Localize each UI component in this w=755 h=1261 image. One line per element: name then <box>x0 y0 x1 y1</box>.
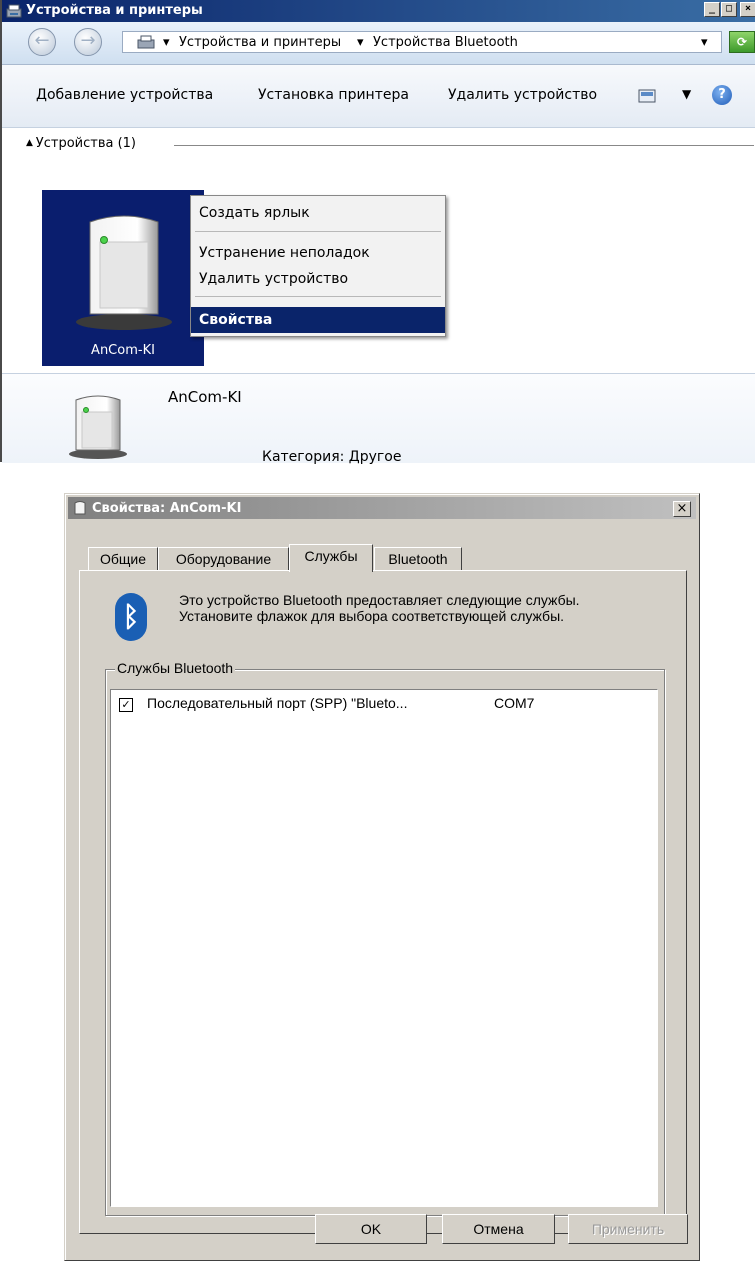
dialog-title: Свойства: AnCom-KI <box>92 501 242 516</box>
breadcrumb-devices-printers[interactable]: Устройства и принтеры <box>179 35 341 50</box>
tab-hardware[interactable]: Оборудование <box>158 547 289 571</box>
navigation-bar: ← → ▾ Устройства и принтеры ▾ Устройства… <box>2 22 755 65</box>
device-tile-label: AnCom-KI <box>91 343 155 358</box>
menu-item-properties[interactable]: Свойства <box>191 307 445 333</box>
device-tile[interactable] <box>42 190 204 366</box>
breadcrumb-bluetooth-devices[interactable]: Устройства Bluetooth <box>373 35 518 50</box>
view-options-icon[interactable] <box>638 89 656 103</box>
install-printer-button[interactable]: Установка принтера <box>258 87 409 103</box>
tab-services[interactable]: Службы <box>289 544 373 572</box>
dialog-close-button[interactable]: × <box>673 501 691 517</box>
maximize-button[interactable]: □ <box>721 2 737 17</box>
command-bar: Добавление устройства Установка принтера… <box>2 65 755 128</box>
collapse-icon[interactable]: ▲ <box>26 138 36 148</box>
details-category: Категория: Другое <box>262 449 402 465</box>
menu-item-create-shortcut[interactable]: Создать ярлык <box>191 202 445 224</box>
menu-item-remove-device[interactable]: Удалить устройство <box>191 268 445 290</box>
back-button[interactable]: ← <box>28 28 56 56</box>
device-icon <box>76 215 172 330</box>
devices-printers-icon <box>6 4 22 18</box>
add-device-button[interactable]: Добавление устройства <box>36 87 213 103</box>
services-list: ✓ Последовательный порт (SPP) "Blueto...… <box>110 689 658 1207</box>
breadcrumb-separator: ▾ <box>357 35 364 50</box>
ok-button[interactable]: OK <box>315 1214 427 1244</box>
devices-printers-icon <box>137 35 155 49</box>
service-name: Последовательный порт (SPP) "Blueto... <box>147 695 408 711</box>
address-bar[interactable]: ▾ Устройства и принтеры ▾ Устройства Blu… <box>122 31 722 53</box>
details-device-name: AnCom-KI <box>168 388 242 406</box>
group-header-label: Устройства (1) <box>35 136 136 151</box>
details-pane: AnCom-KI Категория: Другое <box>2 373 755 465</box>
apply-button[interactable]: Применить <box>568 1214 688 1244</box>
tab-general[interactable]: Общие <box>88 547 158 571</box>
device-icon-small <box>69 395 127 459</box>
service-port: COM7 <box>494 695 535 711</box>
help-icon[interactable]: ? <box>712 85 732 105</box>
service-checkbox[interactable]: ✓ <box>119 698 133 712</box>
device-icon <box>74 501 86 515</box>
explorer-titlebar: Устройства и принтеры _ □ × <box>2 0 755 22</box>
menu-separator <box>195 296 441 297</box>
view-dropdown-icon[interactable]: ▼ <box>682 87 691 101</box>
close-button[interactable]: × <box>740 2 755 17</box>
bluetooth-icon: ᛒ <box>115 593 147 641</box>
menu-separator <box>195 231 441 232</box>
menu-item-troubleshoot[interactable]: Устранение неполадок <box>191 242 445 264</box>
dialog-titlebar: Свойства: AnCom-KI × <box>68 497 696 519</box>
forward-button[interactable]: → <box>74 28 102 56</box>
group-header[interactable]: ▲ Устройства (1) <box>26 136 136 151</box>
properties-dialog: Свойства: AnCom-KI × Общие Оборудование … <box>64 493 700 1261</box>
context-menu: Создать ярлык Устранение неполадок Удали… <box>190 195 446 337</box>
refresh-button[interactable]: ⟳ <box>729 31 755 53</box>
group-divider <box>174 145 754 146</box>
address-dropdown-icon[interactable]: ▾ <box>701 35 708 50</box>
breadcrumb-separator: ▾ <box>163 35 170 50</box>
explorer-window: Устройства и принтеры _ □ × ← → ▾ Устрой… <box>0 0 755 465</box>
minimize-button[interactable]: _ <box>704 2 720 17</box>
tab-bluetooth[interactable]: Bluetooth <box>374 547 462 571</box>
remove-device-button[interactable]: Удалить устройство <box>448 87 597 103</box>
services-description: Это устройство Bluetooth предоставляет с… <box>179 592 580 624</box>
cancel-button[interactable]: Отмена <box>442 1214 555 1244</box>
explorer-title: Устройства и принтеры <box>26 3 203 18</box>
list-item[interactable]: ✓ Последовательный порт (SPP) "Blueto...… <box>111 690 657 716</box>
services-group-label: Службы Bluetooth <box>115 660 236 676</box>
